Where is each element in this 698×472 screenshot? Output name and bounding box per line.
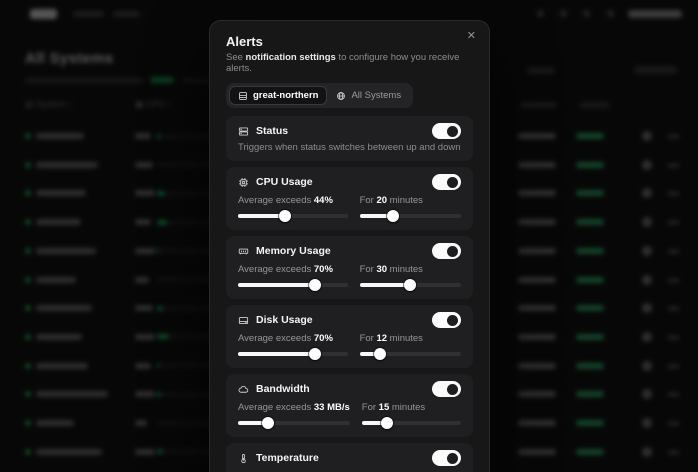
close-icon[interactable]: ✕	[467, 31, 476, 42]
threshold-label: Average exceeds 70%	[238, 333, 348, 344]
duration-label: For 30 minutes	[360, 264, 461, 275]
modal-subtitle: See notification settings to configure h…	[226, 52, 473, 74]
cpu-icon	[238, 177, 249, 188]
disk-toggle[interactable]	[432, 312, 461, 328]
bandwidth-threshold-slider[interactable]	[238, 416, 350, 429]
alert-card-bandwidth: Bandwidth Average exceeds 33 MB/s For 15…	[226, 374, 473, 437]
status-toggle[interactable]	[432, 123, 461, 139]
cloud-icon	[238, 384, 249, 395]
alert-title: Memory Usage	[256, 245, 331, 257]
tab-label: great-northern	[253, 90, 318, 101]
slider-handle[interactable]	[279, 210, 291, 222]
threshold-label: Average exceeds 70%	[238, 264, 348, 275]
duration-label: For 12 minutes	[360, 333, 461, 344]
toggle-knob	[447, 315, 458, 326]
notification-settings-link[interactable]: notification settings	[246, 52, 336, 63]
alert-title: Temperature	[256, 452, 319, 464]
alert-title: Status	[256, 125, 288, 137]
tab-great-northern[interactable]: great-northern	[229, 86, 327, 105]
temperature-toggle[interactable]	[432, 450, 461, 466]
memory-duration-slider[interactable]	[360, 278, 461, 291]
alert-card-disk: Disk Usage Average exceeds 70% For 12 mi…	[226, 305, 473, 368]
tab-label: All Systems	[351, 90, 401, 101]
disk-icon	[238, 315, 249, 326]
alert-card-memory: Memory Usage Average exceeds 70% For 30 …	[226, 236, 473, 299]
duration-label: For 20 minutes	[360, 195, 461, 206]
globe-icon	[336, 91, 346, 101]
toggle-knob	[447, 126, 458, 137]
cpu-duration-slider[interactable]	[360, 209, 461, 222]
memory-icon	[238, 246, 249, 257]
slider-handle[interactable]	[374, 348, 386, 360]
slider-handle[interactable]	[404, 279, 416, 291]
memory-threshold-slider[interactable]	[238, 278, 348, 291]
toggle-knob	[447, 453, 458, 464]
memory-toggle[interactable]	[432, 243, 461, 259]
alert-card-temperature: Temperature Average exceeds 65°C For 29 …	[226, 443, 473, 472]
alert-title: CPU Usage	[256, 176, 313, 188]
server-icon	[238, 91, 248, 101]
app-window: All Systems ▤ System ↕ ▣ CPU ↕ ✕ Alerts …	[0, 0, 698, 472]
modal-title: Alerts	[226, 34, 473, 49]
threshold-label: Average exceeds 33 MB/s	[238, 402, 350, 413]
slider-handle[interactable]	[262, 417, 274, 429]
server-stack-icon	[238, 126, 249, 137]
tab-all-systems[interactable]: All Systems	[327, 86, 410, 105]
disk-duration-slider[interactable]	[360, 347, 461, 360]
alert-title: Disk Usage	[256, 314, 313, 326]
toggle-knob	[447, 384, 458, 395]
slider-handle[interactable]	[309, 279, 321, 291]
disk-threshold-slider[interactable]	[238, 347, 348, 360]
cpu-threshold-slider[interactable]	[238, 209, 348, 222]
duration-label: For 15 minutes	[362, 402, 461, 413]
alert-card-status: Status Triggers when status switches bet…	[226, 116, 473, 161]
slider-handle[interactable]	[387, 210, 399, 222]
threshold-label: Average exceeds 44%	[238, 195, 348, 206]
bandwidth-toggle[interactable]	[432, 381, 461, 397]
slider-handle[interactable]	[309, 348, 321, 360]
toggle-knob	[447, 246, 458, 257]
subtitle-text: See	[226, 52, 246, 63]
alerts-modal: ✕ Alerts See notification settings to co…	[209, 20, 490, 472]
alert-card-cpu: CPU Usage Average exceeds 44% For 20 min…	[226, 167, 473, 230]
thermometer-icon	[238, 453, 249, 464]
scope-tabs: great-northern All Systems	[226, 83, 413, 108]
slider-handle[interactable]	[381, 417, 393, 429]
cpu-toggle[interactable]	[432, 174, 461, 190]
alert-description: Triggers when status switches between up…	[238, 142, 461, 153]
bandwidth-duration-slider[interactable]	[362, 416, 461, 429]
toggle-knob	[447, 177, 458, 188]
alert-title: Bandwidth	[256, 383, 310, 395]
